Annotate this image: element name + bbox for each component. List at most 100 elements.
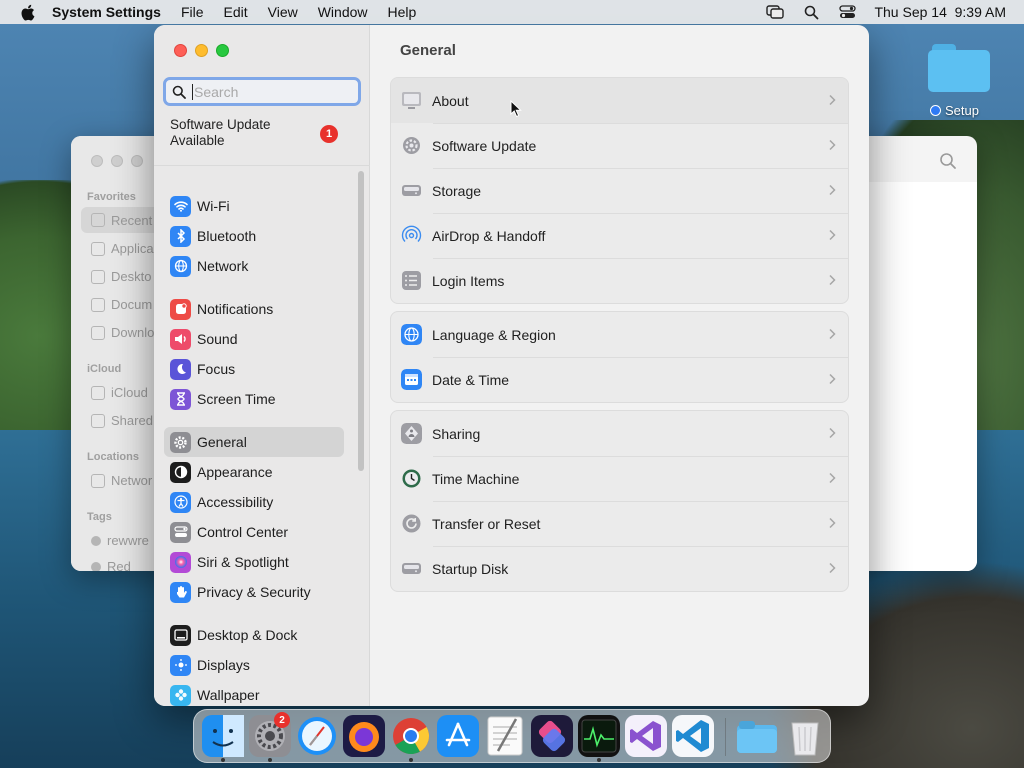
menu-view[interactable]: View xyxy=(268,4,298,20)
dock-trash-icon[interactable] xyxy=(784,715,826,757)
siri-icon xyxy=(170,551,191,573)
settings-group-3: Sharing Time Machine Transfer or Reset Star… xyxy=(390,410,849,592)
desktop-folder-icon[interactable] xyxy=(928,42,990,92)
applications-icon xyxy=(91,241,105,256)
close-button[interactable] xyxy=(174,44,187,57)
dock-activity-monitor-icon[interactable] xyxy=(578,715,620,757)
finder-item-tag-2[interactable]: Red xyxy=(91,559,131,571)
finder-item-network[interactable]: Networ xyxy=(91,473,152,488)
sidebar-item-desktop-dock[interactable]: Desktop & Dock xyxy=(164,620,344,650)
finder-section-locations: Locations xyxy=(87,451,139,463)
row-startup-disk[interactable]: Startup Disk xyxy=(391,546,848,591)
menu-app-name[interactable]: System Settings xyxy=(52,4,161,20)
sidebar-item-bluetooth[interactable]: Bluetooth xyxy=(164,221,344,251)
control-center-icon[interactable] xyxy=(838,4,856,20)
clock-icon xyxy=(91,213,105,227)
sidebar-item-displays[interactable]: Displays xyxy=(164,650,344,680)
apple-menu-icon[interactable] xyxy=(18,3,36,21)
menubar-clock[interactable]: Thu Sep 14 9:39 AM xyxy=(874,4,1006,20)
settings-search-field[interactable] xyxy=(163,77,361,106)
dock-shortcuts-icon[interactable] xyxy=(531,715,573,757)
row-language-region[interactable]: Language & Region xyxy=(391,312,848,357)
row-software-update[interactable]: Software Update xyxy=(391,123,848,168)
sidebar-item-sound[interactable]: Sound xyxy=(164,324,344,354)
finder-search-icon[interactable] xyxy=(939,152,959,172)
row-sharing[interactable]: Sharing xyxy=(391,411,848,456)
sidebar-item-label: Wallpaper xyxy=(197,687,260,703)
sidebar-item-wallpaper[interactable]: Wallpaper xyxy=(164,680,344,706)
dock-app-store-icon[interactable] xyxy=(437,715,479,757)
dock-firefox-icon[interactable] xyxy=(343,715,385,757)
dock-visual-studio-icon[interactable] xyxy=(625,715,667,757)
search-input[interactable] xyxy=(194,83,354,100)
menu-edit[interactable]: Edit xyxy=(224,4,248,20)
row-about[interactable]: About xyxy=(391,78,848,123)
sidebar-item-network[interactable]: Network xyxy=(164,251,344,281)
desktop-folder-label[interactable]: Setup xyxy=(930,103,979,118)
sidebar-item-appearance[interactable]: Appearance xyxy=(164,457,344,487)
network-globe-icon xyxy=(170,255,191,277)
page-title: General xyxy=(400,42,456,59)
row-login-items[interactable]: Login Items xyxy=(391,258,848,303)
sidebar-item-notifications[interactable]: Notifications xyxy=(164,294,344,324)
chevron-right-icon xyxy=(829,562,836,574)
dock-downloads-folder-icon[interactable] xyxy=(735,715,777,757)
dock-vscode-icon[interactable] xyxy=(672,715,714,757)
menu-help[interactable]: Help xyxy=(388,4,417,20)
finder-item-shared[interactable]: Shared xyxy=(91,413,153,428)
sidebar-item-control-center[interactable]: Control Center xyxy=(164,517,344,547)
wifi-icon xyxy=(170,195,191,217)
dock-chrome-icon[interactable] xyxy=(390,715,432,757)
sound-icon xyxy=(170,328,191,350)
row-label: Date & Time xyxy=(432,371,510,388)
spotlight-search-icon[interactable] xyxy=(802,4,820,20)
dock-running-indicator xyxy=(597,758,601,762)
finder-item-applications[interactable]: Applica xyxy=(91,241,154,256)
finder-item-tag-1[interactable]: rewwre xyxy=(91,533,149,548)
sidebar-scrollbar[interactable] xyxy=(358,171,364,471)
row-time-machine[interactable]: Time Machine xyxy=(391,456,848,501)
sidebar-item-general[interactable]: General xyxy=(164,427,344,457)
row-airdrop-handoff[interactable]: AirDrop & Handoff xyxy=(391,213,848,258)
sidebar-item-accessibility[interactable]: Accessibility xyxy=(164,487,344,517)
chevron-right-icon xyxy=(829,229,836,241)
finder-item-desktop[interactable]: Deskto xyxy=(91,269,151,284)
tag-dot-icon xyxy=(91,561,101,571)
menu-file[interactable]: File xyxy=(181,4,204,20)
software-update-icon xyxy=(403,137,420,154)
sidebar-item-wi-fi[interactable]: Wi-Fi xyxy=(164,191,344,221)
about-icon xyxy=(402,92,421,109)
download-icon xyxy=(91,325,105,340)
mouse-pointer-icon xyxy=(510,100,522,118)
row-storage[interactable]: Storage xyxy=(391,168,848,213)
dock-textedit-icon[interactable] xyxy=(484,715,526,757)
finder-section-favorites: Favorites xyxy=(87,191,136,203)
shared-folder-icon xyxy=(91,413,105,428)
zoom-button[interactable] xyxy=(216,44,229,57)
airdrop-icon xyxy=(401,225,422,242)
minimize-button[interactable] xyxy=(195,44,208,57)
dock-running-indicator xyxy=(268,758,272,762)
finder-item-downloads[interactable]: Downlo xyxy=(91,325,154,340)
software-update-notice-label: Software Update Available xyxy=(170,117,271,148)
menu-bar: System Settings File Edit View Window He… xyxy=(0,0,1024,24)
finder-item-documents[interactable]: Docum xyxy=(91,297,152,312)
sidebar-item-privacy-security[interactable]: Privacy & Security xyxy=(164,577,344,607)
search-icon xyxy=(172,85,186,99)
row-date-time[interactable]: Date & Time xyxy=(391,357,848,402)
sidebar-item-screen-time[interactable]: Screen Time xyxy=(164,384,344,414)
finder-traffic-lights[interactable] xyxy=(91,155,143,167)
row-label: Sharing xyxy=(432,425,481,442)
finder-item-icloud-drive[interactable]: iCloud xyxy=(91,385,148,400)
appearance-icon xyxy=(170,461,191,483)
menu-window[interactable]: Window xyxy=(318,4,368,20)
storage-icon xyxy=(402,185,421,196)
sidebar-item-focus[interactable]: Focus xyxy=(164,354,344,384)
dock-safari-icon[interactable] xyxy=(296,715,338,757)
sidebar-item-siri-spotlight[interactable]: Siri & Spotlight xyxy=(164,547,344,577)
screen-mirroring-icon[interactable] xyxy=(766,4,785,20)
software-update-notice[interactable]: Software Update Available 1 xyxy=(170,117,360,157)
dock-finder-icon[interactable] xyxy=(202,715,244,757)
row-transfer-or-reset[interactable]: Transfer or Reset xyxy=(391,501,848,546)
sidebar-item-label: Privacy & Security xyxy=(197,584,311,600)
